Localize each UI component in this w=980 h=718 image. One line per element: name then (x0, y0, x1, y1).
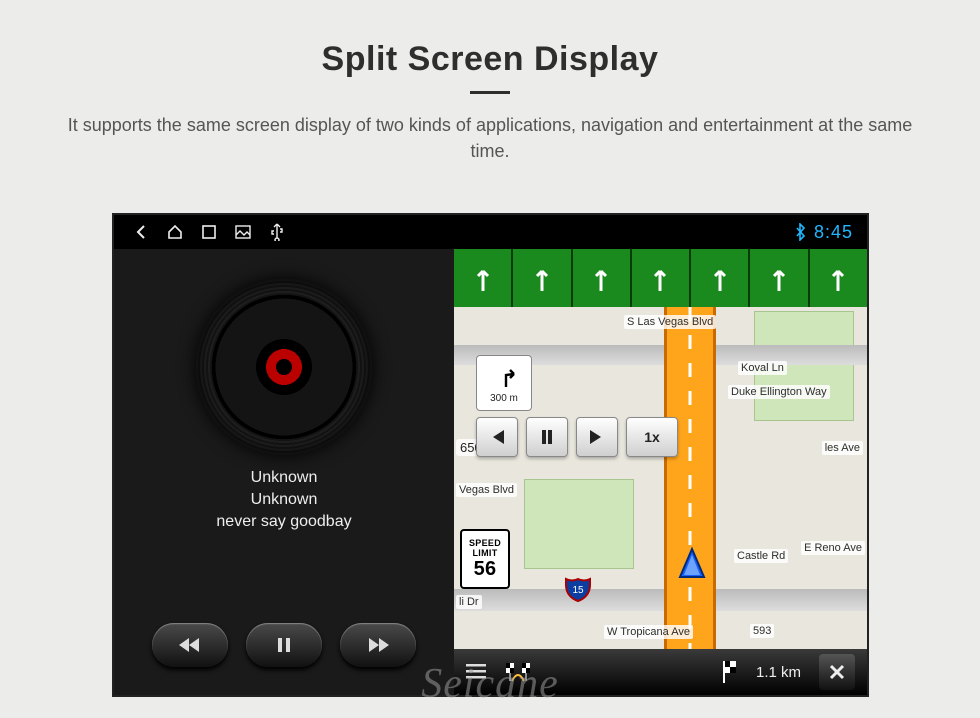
media-controls (114, 623, 454, 667)
nav-destination-flag-icon (720, 661, 738, 683)
page-subtitle: It supports the same screen display of t… (55, 112, 925, 164)
promo-header: Split Screen Display It supports the sam… (0, 0, 980, 164)
street-label: li Dr (456, 595, 482, 609)
split-container: Unknown Unknown never say goodbay (114, 249, 867, 695)
map-route-highlight (664, 307, 716, 649)
street-label: Castle Rd (734, 549, 788, 563)
nav-sim-speed-button[interactable]: 1x (626, 417, 678, 457)
speed-limit-sign: SPEED LIMIT 56 (460, 529, 510, 589)
svg-text:15: 15 (572, 585, 584, 596)
street-label: Duke Ellington Way (728, 385, 830, 399)
clock: 8:45 (814, 222, 853, 243)
device-screen: 8:45 Unknown Unknown never say goodbay (114, 215, 867, 695)
vehicle-marker-icon (672, 545, 712, 585)
gallery-icon[interactable] (226, 215, 260, 249)
bluetooth-icon (794, 223, 806, 241)
track-artist: Unknown (114, 469, 454, 487)
usb-icon[interactable] (260, 215, 294, 249)
status-bar: 8:45 (114, 215, 867, 249)
media-next-button[interactable] (340, 623, 416, 667)
interstate-shield-icon: 15 (564, 575, 592, 603)
street-label: les Ave (822, 441, 863, 455)
back-icon[interactable] (124, 215, 158, 249)
street-label: Koval Ln (738, 361, 787, 375)
nav-remaining-distance: 1.1 km (756, 664, 801, 681)
nav-sim-next-button[interactable] (576, 417, 618, 457)
track-info: Unknown Unknown never say goodbay (114, 469, 454, 531)
street-label: W Tropicana Ave (604, 625, 693, 639)
nav-waypoints-button[interactable] (504, 661, 532, 683)
media-pane: Unknown Unknown never say goodbay (114, 249, 454, 695)
album-art-disc (196, 279, 372, 455)
nav-bottom-bar: 1.1 km (454, 649, 867, 695)
street-label: 593 (750, 624, 774, 638)
media-pause-button[interactable] (246, 623, 322, 667)
navigation-pane[interactable]: S Las Vegas Blvd Koval Ln Duke Ellington… (454, 249, 867, 695)
nav-sim-pause-button[interactable] (526, 417, 568, 457)
nav-close-button[interactable] (819, 654, 855, 690)
turn-indicator: 300 m (476, 355, 532, 411)
nav-sim-prev-button[interactable] (476, 417, 518, 457)
nav-menu-button[interactable] (466, 664, 486, 680)
media-prev-button[interactable] (152, 623, 228, 667)
lane-assist-bar (454, 249, 867, 307)
map-road (454, 589, 867, 611)
street-label: E Reno Ave (801, 541, 865, 555)
street-label: S Las Vegas Blvd (624, 315, 716, 329)
track-title: never say goodbay (114, 513, 454, 531)
speed-limit-value: 56 (474, 558, 497, 581)
track-album: Unknown (114, 491, 454, 509)
title-rule (470, 91, 510, 94)
recent-apps-icon[interactable] (192, 215, 226, 249)
page-title: Split Screen Display (0, 40, 980, 79)
home-icon[interactable] (158, 215, 192, 249)
nav-sim-controls: 1x (476, 417, 678, 457)
street-label: Vegas Blvd (456, 483, 517, 497)
map-park (524, 479, 634, 569)
turn-distance: 300 m (490, 393, 518, 404)
